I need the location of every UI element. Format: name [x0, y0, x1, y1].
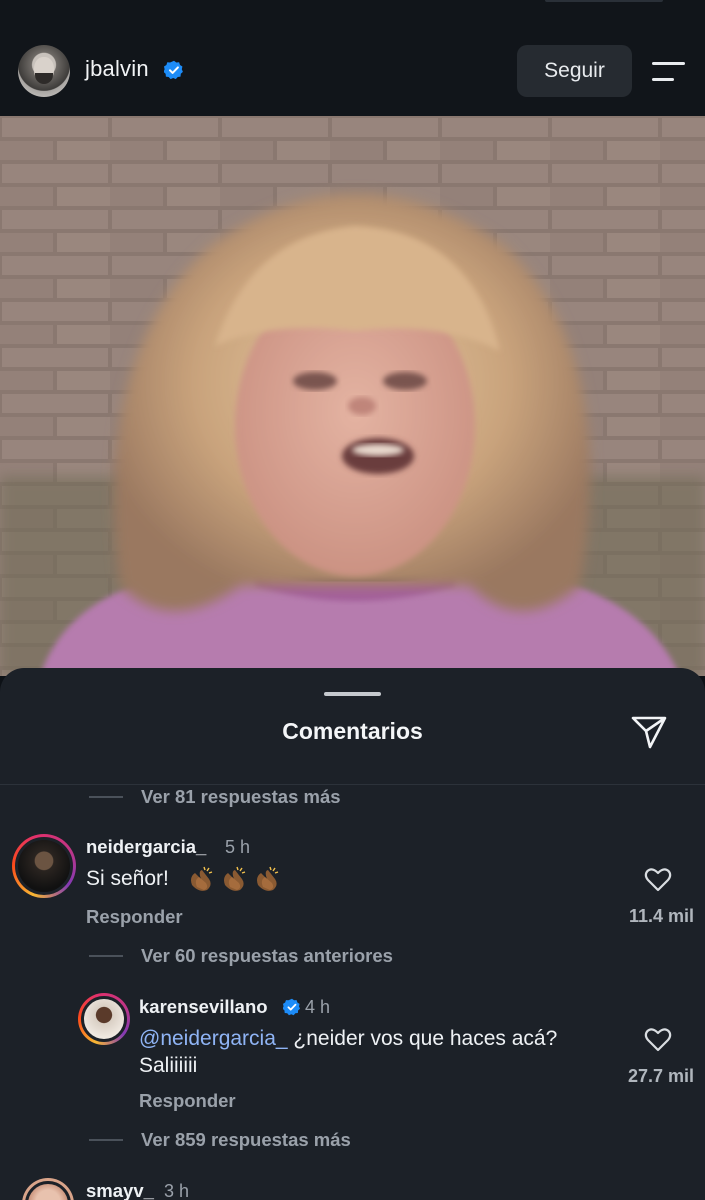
send-icon[interactable]: [630, 714, 668, 750]
comments-title: Comentarios: [282, 718, 423, 744]
comments-sheet: Comentarios Ver 81 respuestas más neider…: [0, 668, 705, 1200]
sheet-divider: [0, 784, 705, 785]
status-indicator: [545, 0, 663, 2]
verified-badge-icon: [283, 998, 301, 1016]
view-previous-replies-label: Ver 60 respuestas anteriores: [141, 945, 393, 966]
reply-avatar[interactable]: [78, 993, 130, 1045]
clapping-hands-emoji: [186, 865, 282, 893]
replies-dash: [89, 955, 123, 957]
avatar-beard: [35, 73, 53, 84]
reply-time: 4 h: [305, 997, 331, 1017]
like-count: 27.7 mil: [627, 1066, 694, 1086]
sheet-drag-handle[interactable]: [324, 692, 381, 696]
menu-icon[interactable]: [652, 62, 685, 82]
reply-username[interactable]: karensevillano: [139, 996, 268, 1018]
comment-username[interactable]: smayv_: [86, 1180, 154, 1200]
replies-dash: [89, 796, 123, 798]
view-more-replies-label: Ver 81 respuestas más: [141, 786, 341, 807]
view-more-replies-link[interactable]: Ver 859 respuestas más: [89, 1129, 351, 1151]
reply-text-line1: @neidergarcia_ ¿neider vos que haces acá…: [139, 1025, 557, 1052]
post-author-username[interactable]: jbalvin: [85, 56, 149, 82]
comment-text: Si señor!: [86, 867, 169, 890]
comment-username[interactable]: neidergarcia_: [86, 836, 206, 858]
clapping-hands-icon: [191, 866, 213, 891]
commenter-avatar[interactable]: [22, 1178, 74, 1200]
view-more-replies-link[interactable]: Ver 81 respuestas más: [89, 786, 341, 808]
post-photo-illustration: [0, 116, 705, 676]
clapping-hands-icon: [224, 866, 246, 891]
comment-time: 5 h: [225, 837, 251, 857]
reply-button[interactable]: Responder: [139, 1090, 236, 1112]
verified-badge-icon: [164, 60, 183, 80]
reply-text-line2: Saliiiiii: [139, 1054, 198, 1077]
profile-avatar[interactable]: [18, 45, 70, 97]
mention-link[interactable]: @neidergarcia_: [139, 1027, 288, 1050]
reply-text: ¿neider vos que haces acá?: [293, 1027, 558, 1050]
view-previous-replies-link[interactable]: Ver 60 respuestas anteriores: [89, 945, 393, 967]
like-heart-icon[interactable]: [644, 866, 672, 892]
post-photo[interactable]: [0, 116, 705, 676]
comment-time: 3 h: [164, 1181, 190, 1200]
clapping-hands-icon: [257, 866, 279, 891]
post-header: jbalvin Seguir: [0, 0, 705, 116]
like-count: 11.4 mil: [628, 906, 694, 926]
view-more-replies-label: Ver 859 respuestas más: [141, 1129, 351, 1150]
follow-button[interactable]: Seguir: [517, 45, 632, 97]
reply-button[interactable]: Responder: [86, 906, 183, 928]
like-heart-icon[interactable]: [644, 1026, 672, 1052]
replies-dash: [89, 1139, 123, 1141]
commenter-avatar[interactable]: [12, 834, 76, 898]
